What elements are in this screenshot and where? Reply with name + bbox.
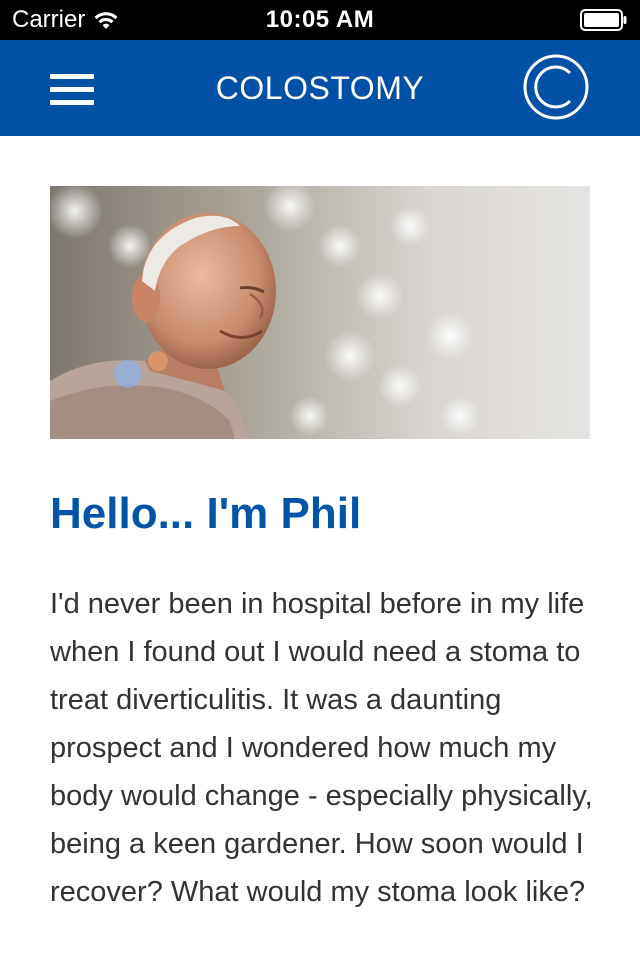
status-bar: Carrier 10:05 AM [0,0,640,40]
app-screen: Carrier 10:05 AM COLOSTOMY Hello... I'm … [0,0,640,960]
nav-bar: COLOSTOMY [0,40,640,136]
battery-full-icon [580,9,628,31]
page-heading: Hello... I'm Phil [50,489,362,538]
portrait-photo [50,186,590,439]
circle-c-logo-icon[interactable] [522,53,590,121]
status-time: 10:05 AM [265,6,375,33]
intro-paragraph: I'd never been in hospital before in my … [50,588,593,908]
